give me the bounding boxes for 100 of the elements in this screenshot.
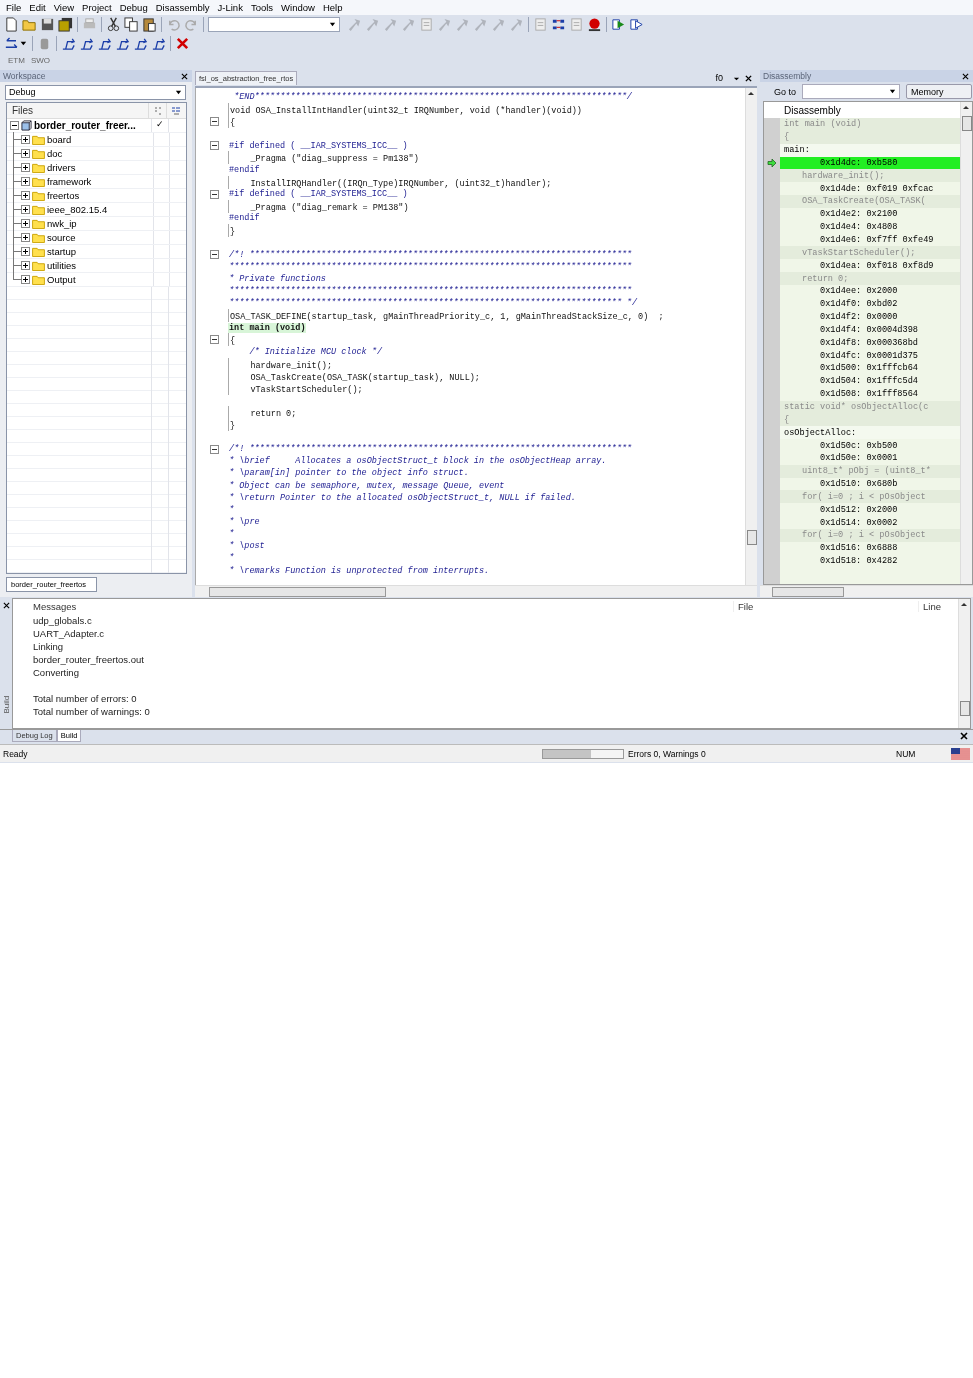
- disassembly-line: 0x1d518: 0x4282: [819, 555, 899, 568]
- memory-button[interactable]: Memory: [906, 84, 972, 99]
- function-indicator[interactable]: f0: [715, 73, 723, 83]
- code-line: #if defined ( __IAR_SYSTEMS_ICC__ ): [228, 140, 408, 151]
- code-line: * \pre: [228, 517, 260, 527]
- code-line: /*! ***************************************************************************: [228, 249, 632, 260]
- disassembly-line: 0x1d4ea: 0xf018 0xf8d9: [819, 259, 935, 273]
- folder-name[interactable]: Output: [47, 274, 76, 285]
- collapse-icon[interactable]: [210, 444, 219, 454]
- breakpoint-icon[interactable]: [587, 17, 602, 32]
- disassembly-line: 0x1d50c: 0xb500: [819, 439, 899, 452]
- close-icon[interactable]: [960, 732, 968, 740]
- menu-item[interactable]: Tools: [247, 2, 279, 13]
- play-icon[interactable]: [629, 17, 644, 32]
- expand-icon[interactable]: [21, 219, 30, 228]
- step-icon[interactable]: [4, 35, 28, 51]
- close-icon[interactable]: [2, 602, 10, 609]
- folder-icon: [32, 246, 45, 257]
- save-all-icon[interactable]: [58, 17, 73, 32]
- panel-title: Workspace: [3, 71, 46, 81]
- scroll-up-icon[interactable]: [747, 90, 755, 98]
- scrollbar-thumb[interactable]: [209, 587, 386, 597]
- expand-icon[interactable]: [21, 247, 30, 256]
- code-line: *******************************************************************************: [228, 262, 632, 273]
- folder-name[interactable]: startup: [47, 246, 77, 257]
- collapse-icon[interactable]: [210, 141, 219, 151]
- expand-icon[interactable]: [21, 149, 30, 158]
- folder-name[interactable]: ieee_802.15.4: [47, 204, 108, 215]
- expand-icon[interactable]: [21, 163, 30, 172]
- expand-icon[interactable]: [21, 261, 30, 270]
- folder-name[interactable]: freertos: [47, 190, 80, 201]
- folder-name[interactable]: utilities: [47, 260, 77, 271]
- menu-item[interactable]: Debug: [116, 2, 153, 13]
- folder-name[interactable]: nwk_ip: [47, 218, 77, 229]
- expand-icon[interactable]: [21, 205, 30, 214]
- scrollbar-thumb[interactable]: [960, 701, 970, 716]
- folder-name[interactable]: board: [47, 134, 72, 145]
- build-summary: Errors 0, Warnings 0: [627, 748, 707, 759]
- code-line: * \post: [228, 541, 265, 552]
- folder-icon: [32, 176, 45, 187]
- collapse-icon[interactable]: [210, 116, 219, 126]
- scroll-up-icon[interactable]: [962, 104, 970, 112]
- status-text: Ready: [2, 748, 29, 759]
- expand-icon[interactable]: [21, 233, 30, 242]
- goto-field[interactable]: [802, 84, 900, 99]
- scrollbar-thumb[interactable]: [962, 116, 972, 131]
- cut-icon[interactable]: [106, 17, 121, 32]
- collapse-icon[interactable]: [210, 335, 219, 345]
- paste-icon[interactable]: [142, 17, 157, 32]
- panel-title: Disassembly: [763, 71, 812, 81]
- code-line: /* Initialize MCU clock */: [248, 347, 383, 357]
- expand-icon[interactable]: [21, 177, 30, 186]
- expand-icon[interactable]: [21, 191, 30, 200]
- folder-name[interactable]: source: [47, 232, 76, 243]
- scrollbar-thumb[interactable]: [772, 587, 844, 597]
- build-check: ✓: [151, 119, 168, 132]
- scrollbar-thumb[interactable]: [747, 530, 757, 545]
- collapse-icon[interactable]: [210, 250, 219, 260]
- disassembly-line: 0x1d514: 0x0002: [819, 516, 899, 529]
- save-icon[interactable]: [40, 17, 55, 32]
- menu-item[interactable]: View: [50, 2, 80, 13]
- collapse-icon[interactable]: [10, 121, 19, 130]
- scroll-up-icon[interactable]: [960, 601, 968, 609]
- code-line: *: [228, 553, 235, 564]
- grid-icon[interactable]: [551, 17, 566, 32]
- folder-icon: [32, 260, 45, 271]
- disassembly-line: 0x1d512: 0x2000: [819, 503, 899, 517]
- menu-item[interactable]: Disassembly: [152, 2, 215, 13]
- folder-name[interactable]: doc: [47, 148, 63, 159]
- code-line: #endif: [228, 164, 260, 175]
- close-icon[interactable]: [181, 72, 188, 80]
- collapse-icon[interactable]: [210, 189, 219, 199]
- column-header[interactable]: Messages: [13, 601, 733, 612]
- project-name[interactable]: border_router_freer...: [34, 120, 136, 131]
- folder-icon: [32, 162, 45, 173]
- code-line: *: [228, 529, 235, 540]
- code-line: *END*************************************************************************/: [233, 92, 632, 103]
- new-file-icon[interactable]: [4, 17, 19, 32]
- menu-item[interactable]: J-Link: [214, 2, 248, 13]
- expand-icon[interactable]: [21, 275, 30, 284]
- build-message: Total number of errors: 0: [33, 693, 137, 704]
- column-header[interactable]: File: [733, 601, 918, 612]
- copy-icon[interactable]: [124, 17, 139, 32]
- disassembly-line: 0x1d50e: 0x0001: [819, 452, 899, 465]
- menu-item[interactable]: Project: [79, 2, 117, 13]
- play-icon[interactable]: [611, 17, 626, 32]
- close-icon[interactable]: [962, 72, 969, 80]
- configuration-dropdown[interactable]: Debug: [5, 85, 186, 100]
- disassembly-line: 0x1d500: 0x1fffcb64: [819, 362, 919, 375]
- menu-item[interactable]: Help: [319, 2, 348, 13]
- toolbar-tab[interactable]: ETM: [8, 56, 25, 65]
- close-icon[interactable]: [745, 74, 752, 82]
- folder-name[interactable]: framework: [47, 176, 92, 187]
- folder-name[interactable]: drivers: [47, 162, 76, 173]
- expand-icon[interactable]: [21, 135, 30, 144]
- stop-icon[interactable]: [175, 35, 190, 51]
- toolbar-tab[interactable]: SWO: [30, 56, 50, 65]
- menu-item[interactable]: File: [3, 2, 27, 13]
- menu-item[interactable]: Edit: [26, 2, 51, 13]
- menu-item[interactable]: Window: [278, 2, 320, 13]
